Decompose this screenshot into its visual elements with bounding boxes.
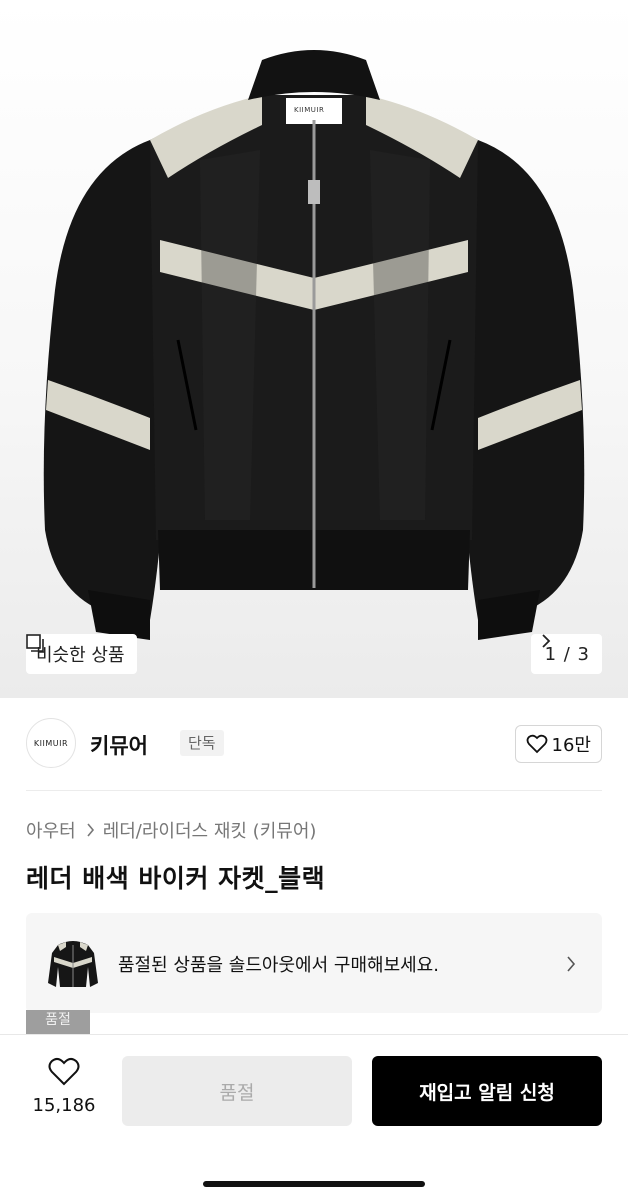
similar-products-label: 비슷한 상품 <box>36 645 125 666</box>
heart-icon <box>48 1057 80 1086</box>
breadcrumb: 아우터 레더/라이더스 재킷 (키뮤어) <box>26 817 316 843</box>
brand-like-button[interactable]: 16만 <box>514 725 602 763</box>
bottom-action-bar: 15,186 품절 재입고 알림 신청 <box>0 1034 628 1201</box>
product-image[interactable]: KIIMUIR 비슷한 상품 1 / 3 <box>0 0 628 698</box>
brand-name[interactable]: 키뮤어 <box>90 730 148 760</box>
similar-products-icon <box>26 634 44 652</box>
chevron-right-icon <box>541 634 550 648</box>
soldout-banner-text: 품절된 상품을 솔드아웃에서 구매해보세요. <box>118 955 439 976</box>
wishlist-count: 15,186 <box>32 1095 96 1116</box>
divider <box>26 790 602 791</box>
brand-like-count: 16만 <box>551 735 591 756</box>
image-pager[interactable]: 1 / 3 <box>530 634 602 674</box>
home-indicator <box>203 1181 425 1187</box>
page-indicator: 1 / 3 <box>544 643 590 665</box>
brand-row: KIIMUIR 키뮤어 단독 16만 <box>26 718 602 772</box>
heart-icon <box>526 734 547 754</box>
jacket-illustration <box>43 50 585 640</box>
soldout-banner[interactable]: 품절된 상품을 솔드아웃에서 구매해보세요. <box>26 913 602 1013</box>
jacket-label-text: KIIMUIR <box>294 106 325 114</box>
chevron-right-icon <box>87 823 94 837</box>
chevron-right-icon <box>567 956 576 972</box>
exclusive-badge: 단독 <box>180 730 224 756</box>
wishlist-button[interactable]: 15,186 <box>26 1057 102 1116</box>
soldout-button[interactable]: 품절 <box>122 1056 352 1126</box>
product-title: 레더 배색 바이커 자켓_블랙 <box>26 864 326 893</box>
soldout-tag: 품절 <box>26 1010 90 1036</box>
restock-alert-button[interactable]: 재입고 알림 신청 <box>372 1056 602 1126</box>
similar-products-button[interactable]: 비슷한 상품 <box>26 634 137 674</box>
brand-logo[interactable]: KIIMUIR <box>26 718 76 768</box>
breadcrumb-child[interactable]: 레더/라이더스 재킷 (키뮤어) <box>103 817 317 843</box>
breadcrumb-parent[interactable]: 아우터 <box>26 817 76 843</box>
jacket-thumbnail <box>48 941 98 987</box>
